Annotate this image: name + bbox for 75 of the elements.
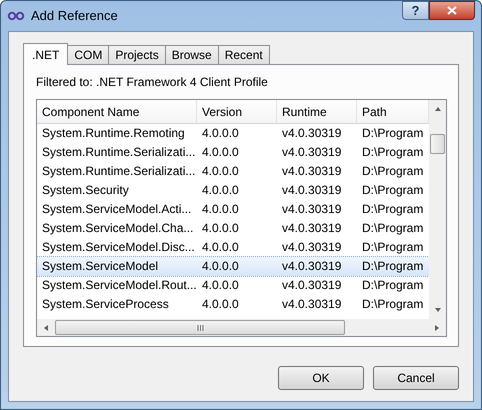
table-cell-text: 4.0.0.0 xyxy=(201,201,240,218)
table-cell-text: D:\Program xyxy=(361,125,424,142)
table-cell-text: v4.0.30319 xyxy=(281,258,342,275)
scroll-thumb[interactable] xyxy=(55,320,345,335)
scroll-thumb[interactable] xyxy=(430,134,445,154)
scroll-down-icon[interactable] xyxy=(434,307,442,313)
filter-label: Filtered to: .NET Framework 4 Client Profile xyxy=(36,74,269,91)
table-cell-text: v4.0.30319 xyxy=(281,220,342,237)
window-title: Add Reference xyxy=(31,7,118,26)
table-cell-text: D:\Program xyxy=(361,258,424,275)
table-cell-text: 4.0.0.0 xyxy=(201,239,240,256)
tab[interactable]: Browse xyxy=(164,45,219,64)
table-row[interactable]: System.ServiceProcess 4.0.0.0 v4.0.30319 D:\Program xyxy=(37,295,429,314)
table-cell-text: 4.0.0.0 xyxy=(201,277,240,294)
column-header[interactable]: Runtime xyxy=(277,100,357,123)
scroll-up-icon[interactable] xyxy=(434,106,442,112)
close-icon xyxy=(447,6,457,15)
table-cell-text: D:\Program xyxy=(361,144,424,161)
table-cell-text: 4.0.0.0 xyxy=(201,220,240,237)
table-row[interactable]: System.ServiceModel.Cha... 4.0.0.0 v4.0.30319 D:\Program xyxy=(37,219,429,238)
table-cell-text: v4.0.30319 xyxy=(281,277,342,294)
scroll-right-icon[interactable] xyxy=(434,324,440,332)
scroll-left-icon[interactable] xyxy=(43,324,49,332)
table-cell-text: System.Runtime.Serializati... xyxy=(41,163,196,180)
table-cell-text: System.ServiceModel xyxy=(41,258,160,275)
table-cell-text: 4.0.0.0 xyxy=(201,163,240,180)
tab[interactable]: .NET xyxy=(23,43,68,65)
table-cell-text: v4.0.30319 xyxy=(281,163,342,180)
table-cell-text: System.Security xyxy=(41,182,130,199)
horizontal-scrollbar[interactable] xyxy=(37,319,446,336)
table-cell-text: v4.0.30319 xyxy=(281,296,342,313)
table-cell-text: System.ServiceModel.Acti... xyxy=(41,201,192,218)
table-cell-text: D:\Program xyxy=(361,220,424,237)
grip-icon xyxy=(196,324,204,330)
table-row[interactable]: System.Runtime.Serializati... 4.0.0.0 v4.0.30319 D:\Program xyxy=(37,162,429,181)
table-cell-text: D:\Program xyxy=(361,182,424,199)
table-row[interactable]: System.Runtime.Remoting 4.0.0.0 v4.0.30319 D:\Program xyxy=(37,124,429,143)
table-cell-text: System.ServiceProcess xyxy=(41,296,170,313)
dialog-button[interactable]: Cancel xyxy=(373,366,459,390)
column-header[interactable]: Version xyxy=(197,100,277,123)
column-header[interactable]: Component Name xyxy=(37,100,197,123)
table-cell-text: D:\Program xyxy=(361,239,424,256)
tab[interactable]: COM xyxy=(67,45,110,64)
link-icon xyxy=(7,11,25,21)
table-cell-text: v4.0.30319 xyxy=(281,182,342,199)
table-cell-text: System.Runtime.Remoting xyxy=(41,125,186,142)
table-row[interactable]: System.ServiceModel.Acti... 4.0.0.0 v4.0.30319 D:\Program xyxy=(37,200,429,219)
tab[interactable]: Projects xyxy=(108,45,166,64)
table-row[interactable]: System.ServiceModel.Disc... 4.0.0.0 v4.0.30319 D:\Program xyxy=(37,238,429,257)
table-cell-text: v4.0.30319 xyxy=(281,125,342,142)
table-row[interactable]: System.ServiceModel.Rout... 4.0.0.0 v4.0.30319 D:\Program xyxy=(37,276,429,295)
table-cell-text: 4.0.0.0 xyxy=(201,296,240,313)
table-cell-text: 4.0.0.0 xyxy=(201,144,240,161)
dialog-button[interactable]: OK xyxy=(278,366,364,390)
table-cell-text: D:\Program xyxy=(361,201,424,218)
table-cell-text: v4.0.30319 xyxy=(281,239,342,256)
close-button[interactable] xyxy=(429,1,475,20)
table-row[interactable]: System.Runtime.Serializati... 4.0.0.0 v4.0.30319 D:\Program xyxy=(37,143,429,162)
table-cell-text: 4.0.0.0 xyxy=(201,125,240,142)
help-button[interactable]: ? xyxy=(402,1,429,20)
vertical-scrollbar[interactable] xyxy=(429,100,446,319)
table-cell-text: System.ServiceModel.Rout... xyxy=(41,277,197,294)
table-cell-text: System.ServiceModel.Cha... xyxy=(41,220,194,237)
tab[interactable]: Recent xyxy=(218,45,270,64)
table-cell-text: v4.0.30319 xyxy=(281,201,342,218)
table-cell-text: System.ServiceModel.Disc... xyxy=(41,239,196,256)
table-cell-text: D:\Program xyxy=(361,277,424,294)
table-cell-text: 4.0.0.0 xyxy=(201,182,240,199)
table-row[interactable]: System.ServiceModel 4.0.0.0 v4.0.30319 D:\Program xyxy=(37,257,429,276)
table-cell-text: D:\Program xyxy=(361,296,424,313)
table-row[interactable]: System.Security 4.0.0.0 v4.0.30319 D:\Program xyxy=(37,181,429,200)
table-cell-text: D:\Program xyxy=(361,163,424,180)
table-cell-text: 4.0.0.0 xyxy=(201,258,240,275)
table-cell-text: System.Runtime.Serializati... xyxy=(41,144,196,161)
table-cell-text: v4.0.30319 xyxy=(281,144,342,161)
